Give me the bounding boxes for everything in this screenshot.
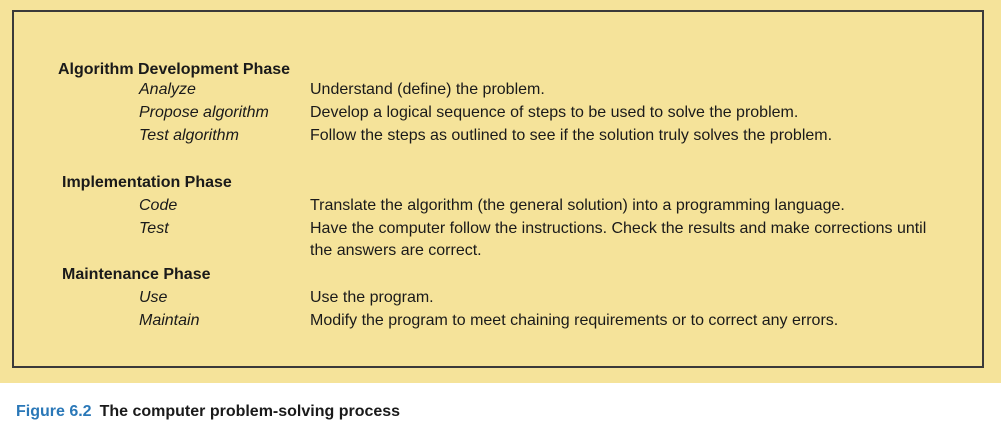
step-name-test-algorithm: Test algorithm [139,127,239,144]
step-name-analyze: Analyze [139,81,196,98]
step-description-test: Have the computer follow the instruction… [310,220,927,259]
phase-heading-algorithm-development: Algorithm Development Phase [58,61,291,78]
figure-title: The computer problem-solving process [99,403,401,420]
figure-number: Figure 6.2 [16,403,92,420]
phase-heading-implementation: Implementation Phase [62,174,232,191]
step-name-propose-algorithm: Propose algorithm [139,104,269,121]
step-description-analyze: Understand (define) the problem. [310,81,545,98]
step-description-code: Translate the algorithm (the general sol… [310,197,845,214]
step-description-use: Use the program. [310,289,434,306]
phase-heading-maintenance: Maintenance Phase [62,266,211,283]
step-description-propose-algorithm: Develop a logical sequence of steps to b… [310,104,799,121]
step-name-use: Use [139,289,168,306]
step-description-test-algorithm: Follow the steps as outlined to see if t… [310,127,833,144]
step-name-test: Test [139,220,169,237]
step-name-code: Code [139,197,178,214]
figure-box: Algorithm Development Phase Analyze Unde… [0,0,1001,383]
step-description-maintain: Modify the program to meet chaining requ… [310,312,839,329]
figure-caption: Figure 6.2 The computer problem-solving p… [16,402,400,422]
step-name-maintain: Maintain [139,312,200,329]
